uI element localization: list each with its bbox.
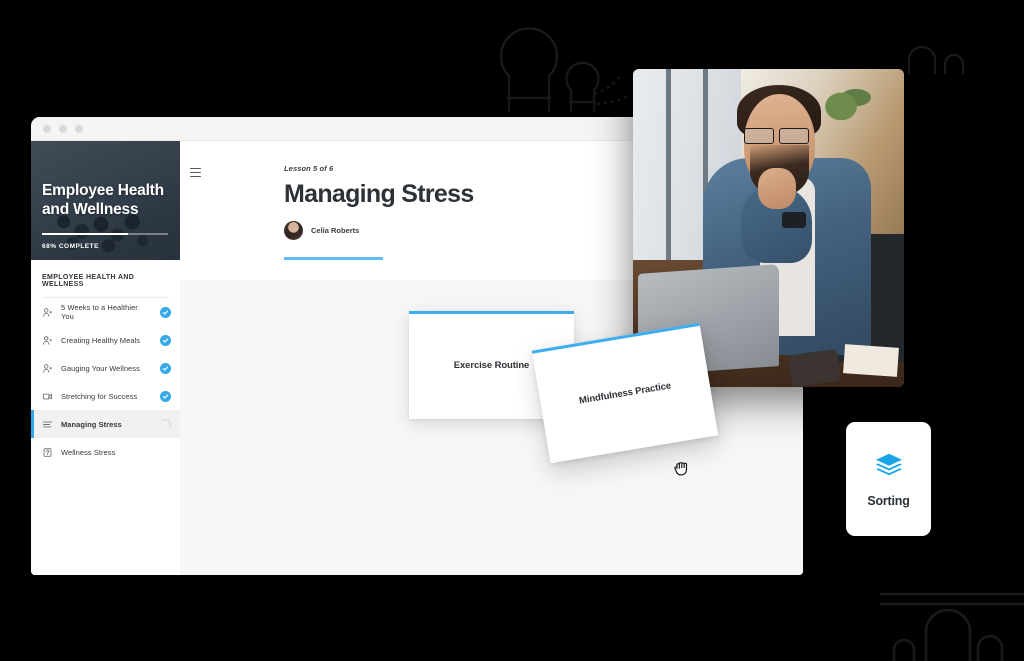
sidebar-item-label: Creating Healthy Meals bbox=[61, 335, 141, 345]
sidebar-item-label: 5 Weeks to a Healthier You bbox=[61, 303, 138, 321]
author-name: Celia Roberts bbox=[311, 226, 360, 235]
person-icon bbox=[42, 307, 53, 318]
status-complete-badge bbox=[160, 390, 171, 402]
course-progress-bar bbox=[42, 233, 168, 235]
drag-card-label: Mindfulness Practice bbox=[578, 379, 672, 407]
sorting-badge-label: Sorting bbox=[867, 493, 910, 508]
sorting-type-badge[interactable]: Sorting bbox=[846, 422, 931, 536]
video-icon bbox=[42, 391, 53, 402]
traffic-light-maximize[interactable] bbox=[75, 124, 83, 133]
grab-hand-cursor bbox=[671, 455, 697, 481]
sidebar-item-label: Gauging Your Wellness bbox=[61, 363, 140, 373]
status-in-progress-spinner bbox=[160, 418, 171, 430]
sidebar-item-stretching-for-success[interactable]: Stretching for Success bbox=[31, 382, 180, 410]
traffic-light-close[interactable] bbox=[43, 124, 51, 133]
status-complete-badge bbox=[160, 362, 171, 374]
card-accent-bar bbox=[409, 311, 574, 314]
course-progress-fill bbox=[42, 233, 128, 235]
sidebar-item-gauging-your-wellness[interactable]: Gauging Your Wellness bbox=[31, 354, 180, 382]
sidebar-item-label: Wellness Stress bbox=[61, 447, 116, 457]
traffic-light-minimize[interactable] bbox=[59, 124, 67, 133]
lightbulb-outline-icon bbox=[905, 36, 1024, 76]
drag-card-label: Exercise Routine bbox=[453, 359, 530, 371]
status-complete-badge bbox=[160, 306, 171, 318]
sidebar-item-label: Stretching for Success bbox=[61, 391, 138, 401]
sidebar-item-creating-healthy-meals[interactable]: Creating Healthy Meals bbox=[31, 326, 180, 354]
course-title: Employee Health and Wellness bbox=[42, 182, 164, 218]
sidebar-section-label: EMPLOYEE HEALTH AND WELLNESS bbox=[42, 260, 169, 298]
sidebar-item-wellness-stress[interactable]: Wellness Stress bbox=[31, 438, 180, 466]
quiz-icon bbox=[42, 447, 53, 458]
sidebar-item-managing-stress[interactable]: Managing Stress bbox=[31, 410, 180, 438]
course-hero: Employee Health and Wellness 68% COMPLET… bbox=[31, 141, 180, 260]
title-underline bbox=[284, 257, 383, 260]
status-complete-badge bbox=[160, 334, 171, 346]
person-icon bbox=[42, 335, 53, 346]
lightbulb-outline-icon bbox=[880, 588, 1024, 661]
lines-icon bbox=[42, 419, 53, 430]
course-progress-label: 68% COMPLETE bbox=[42, 243, 99, 250]
sidebar-item-5-weeks-to-a-healthier-you[interactable]: 5 Weeks to a Healthier You bbox=[31, 298, 180, 326]
lightbulb-outline-icon bbox=[455, 0, 655, 114]
lesson-nav: 5 Weeks to a Healthier You Creating Heal… bbox=[31, 298, 180, 466]
hamburger-icon[interactable] bbox=[190, 168, 201, 179]
person-icon bbox=[42, 363, 53, 374]
course-sidebar: Employee Health and Wellness 68% COMPLET… bbox=[31, 141, 180, 575]
sidebar-item-label: Managing Stress bbox=[61, 419, 122, 429]
screenshot-stage: Employee Health and Wellness 68% COMPLET… bbox=[0, 0, 1024, 661]
avatar bbox=[284, 221, 303, 240]
layers-stack-icon bbox=[874, 451, 904, 481]
